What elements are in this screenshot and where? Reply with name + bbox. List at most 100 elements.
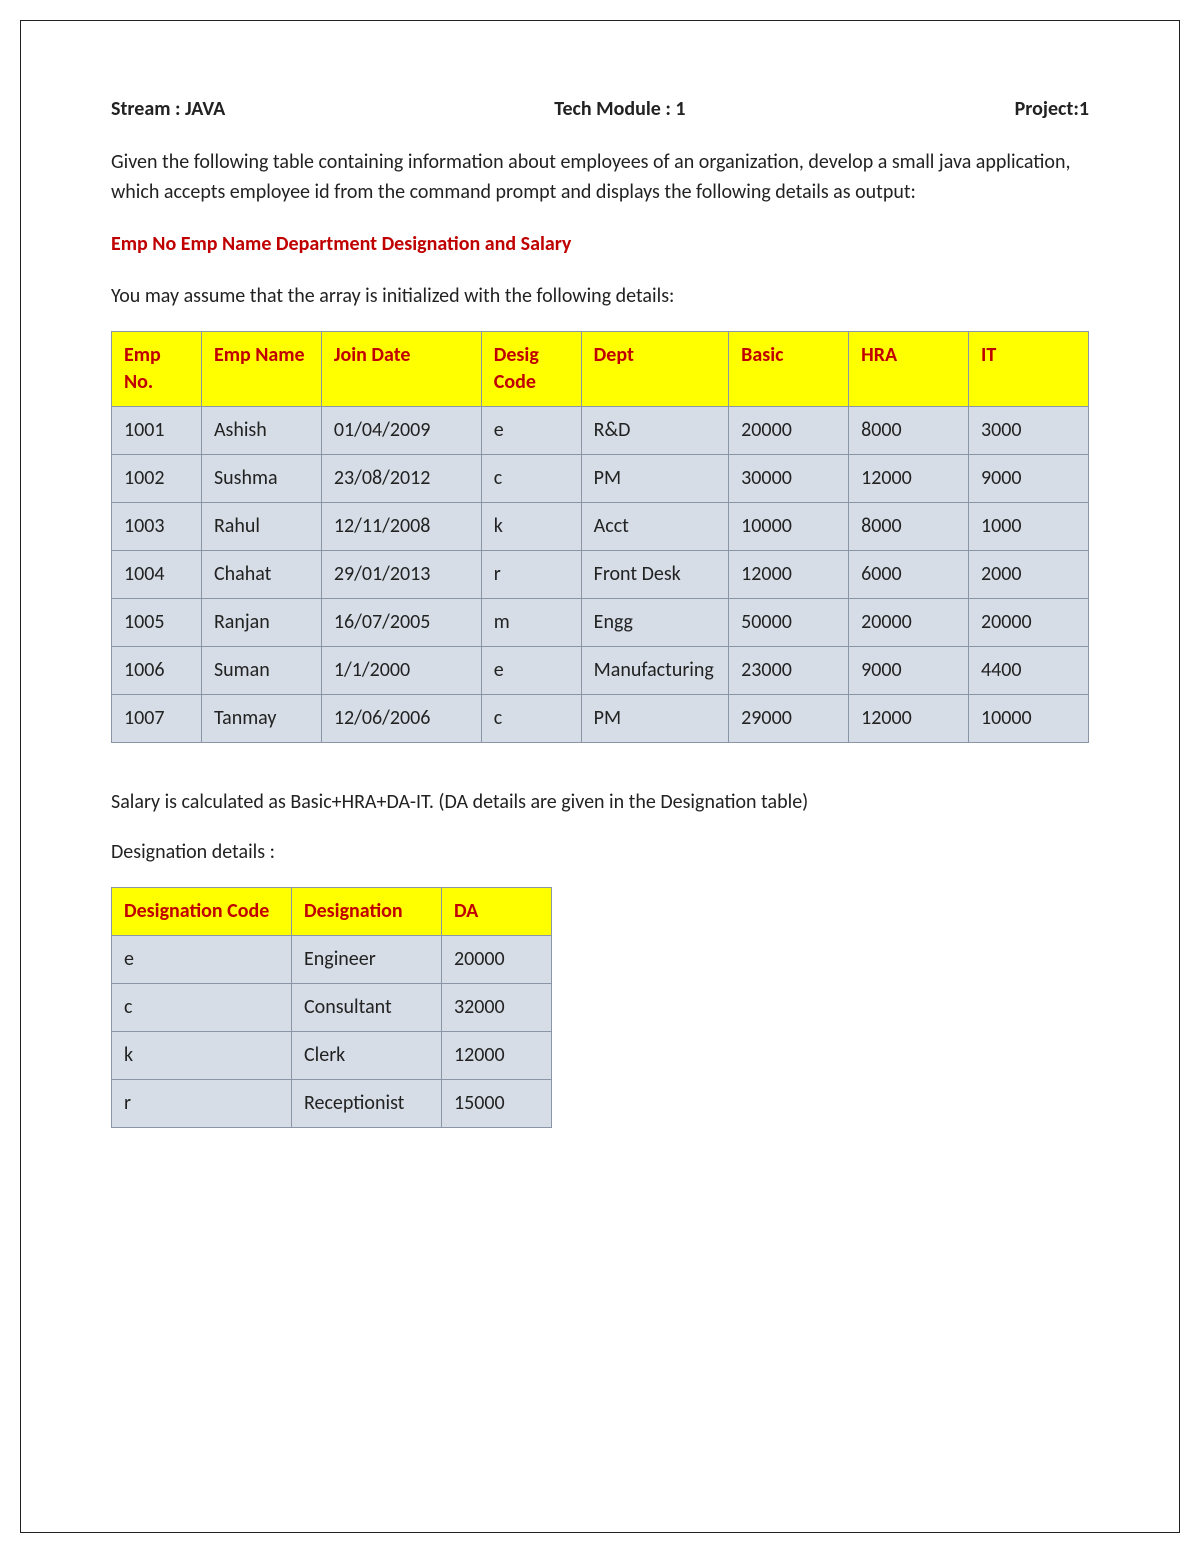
table-cell: c xyxy=(481,695,581,743)
table-cell: Suman xyxy=(201,647,321,695)
table-cell: 32000 xyxy=(442,984,552,1032)
table-cell: 23000 xyxy=(729,647,849,695)
table-cell: 12/06/2006 xyxy=(321,695,481,743)
table-cell: Clerk xyxy=(292,1032,442,1080)
col-header: HRA xyxy=(849,332,969,407)
table-cell: 29/01/2013 xyxy=(321,551,481,599)
designation-table-head: Designation Code Designation DA xyxy=(112,888,552,936)
document-page: Stream : JAVA Tech Module : 1 Project:1 … xyxy=(0,0,1200,1553)
output-fields-line: Emp No Emp Name Department Designation a… xyxy=(111,229,1089,259)
table-cell: 12000 xyxy=(442,1032,552,1080)
header-stream: Stream : JAVA xyxy=(111,97,225,121)
col-header: Desig Code xyxy=(481,332,581,407)
table-cell: 1007 xyxy=(112,695,202,743)
page-frame: Stream : JAVA Tech Module : 1 Project:1 … xyxy=(20,20,1180,1533)
table-cell: PM xyxy=(581,695,728,743)
table-cell: Consultant xyxy=(292,984,442,1032)
table-cell: Chahat xyxy=(201,551,321,599)
table-cell: 2000 xyxy=(969,551,1089,599)
table-cell: Tanmay xyxy=(201,695,321,743)
table-cell: 15000 xyxy=(442,1080,552,1128)
col-header: Designation Code xyxy=(112,888,292,936)
table-cell: 10000 xyxy=(729,503,849,551)
table-header-row: Designation Code Designation DA xyxy=(112,888,552,936)
assume-line: You may assume that the array is initial… xyxy=(111,281,1089,311)
col-header: Basic xyxy=(729,332,849,407)
table-cell: Ashish xyxy=(201,407,321,455)
table-cell: Sushma xyxy=(201,455,321,503)
table-cell: 1002 xyxy=(112,455,202,503)
table-cell: e xyxy=(481,407,581,455)
table-cell: 1004 xyxy=(112,551,202,599)
table-cell: 1003 xyxy=(112,503,202,551)
col-header: Emp No. xyxy=(112,332,202,407)
col-header: Designation xyxy=(292,888,442,936)
table-cell: Front Desk xyxy=(581,551,728,599)
intro-paragraph: Given the following table containing inf… xyxy=(111,147,1089,207)
table-cell: 9000 xyxy=(849,647,969,695)
table-cell: PM xyxy=(581,455,728,503)
table-cell: 20000 xyxy=(969,599,1089,647)
table-cell: 20000 xyxy=(442,936,552,984)
table-cell: Receptionist xyxy=(292,1080,442,1128)
table-cell: Rahul xyxy=(201,503,321,551)
table-cell: 6000 xyxy=(849,551,969,599)
employee-table-head: Emp No. Emp Name Join Date Desig Code De… xyxy=(112,332,1089,407)
table-cell: 12/11/2008 xyxy=(321,503,481,551)
table-cell: 30000 xyxy=(729,455,849,503)
employee-table: Emp No. Emp Name Join Date Desig Code De… xyxy=(111,331,1089,743)
table-cell: 20000 xyxy=(729,407,849,455)
table-cell: Ranjan xyxy=(201,599,321,647)
table-cell: m xyxy=(481,599,581,647)
table-cell: e xyxy=(112,936,292,984)
table-row: 1006Suman1/1/2000eManufacturing230009000… xyxy=(112,647,1089,695)
col-header: Join Date xyxy=(321,332,481,407)
table-cell: r xyxy=(481,551,581,599)
table-row: 1005Ranjan16/07/2005mEngg500002000020000 xyxy=(112,599,1089,647)
designation-table: Designation Code Designation DA eEnginee… xyxy=(111,887,552,1128)
table-cell: 9000 xyxy=(969,455,1089,503)
table-cell: e xyxy=(481,647,581,695)
table-cell: k xyxy=(481,503,581,551)
table-cell: R&D xyxy=(581,407,728,455)
designation-label: Designation details : xyxy=(111,837,1089,867)
table-cell: 23/08/2012 xyxy=(321,455,481,503)
table-cell: 29000 xyxy=(729,695,849,743)
table-row: rReceptionist15000 xyxy=(112,1080,552,1128)
table-row: kClerk12000 xyxy=(112,1032,552,1080)
table-header-row: Emp No. Emp Name Join Date Desig Code De… xyxy=(112,332,1089,407)
table-row: 1007Tanmay12/06/2006cPM290001200010000 xyxy=(112,695,1089,743)
salary-note: Salary is calculated as Basic+HRA+DA-IT.… xyxy=(111,787,1089,817)
table-cell: 4400 xyxy=(969,647,1089,695)
table-cell: 10000 xyxy=(969,695,1089,743)
table-cell: 1005 xyxy=(112,599,202,647)
table-cell: Manufacturing xyxy=(581,647,728,695)
table-row: eEngineer20000 xyxy=(112,936,552,984)
table-cell: k xyxy=(112,1032,292,1080)
table-row: cConsultant32000 xyxy=(112,984,552,1032)
table-cell: 8000 xyxy=(849,503,969,551)
table-cell: Engineer xyxy=(292,936,442,984)
table-cell: 12000 xyxy=(729,551,849,599)
table-cell: Acct xyxy=(581,503,728,551)
table-cell: 1001 xyxy=(112,407,202,455)
table-cell: 20000 xyxy=(849,599,969,647)
header-module: Tech Module : 1 xyxy=(554,97,685,121)
table-cell: 3000 xyxy=(969,407,1089,455)
table-row: 1002Sushma23/08/2012cPM30000120009000 xyxy=(112,455,1089,503)
table-cell: 1000 xyxy=(969,503,1089,551)
col-header: Dept xyxy=(581,332,728,407)
page-header: Stream : JAVA Tech Module : 1 Project:1 xyxy=(111,97,1089,121)
col-header: DA xyxy=(442,888,552,936)
table-cell: 50000 xyxy=(729,599,849,647)
table-cell: c xyxy=(481,455,581,503)
table-cell: r xyxy=(112,1080,292,1128)
table-cell: 16/07/2005 xyxy=(321,599,481,647)
employee-table-body: 1001Ashish01/04/2009eR&D2000080003000100… xyxy=(112,407,1089,743)
table-cell: c xyxy=(112,984,292,1032)
table-cell: 12000 xyxy=(849,455,969,503)
table-row: 1004Chahat29/01/2013rFront Desk120006000… xyxy=(112,551,1089,599)
table-cell: 1/1/2000 xyxy=(321,647,481,695)
table-cell: 01/04/2009 xyxy=(321,407,481,455)
col-header: IT xyxy=(969,332,1089,407)
